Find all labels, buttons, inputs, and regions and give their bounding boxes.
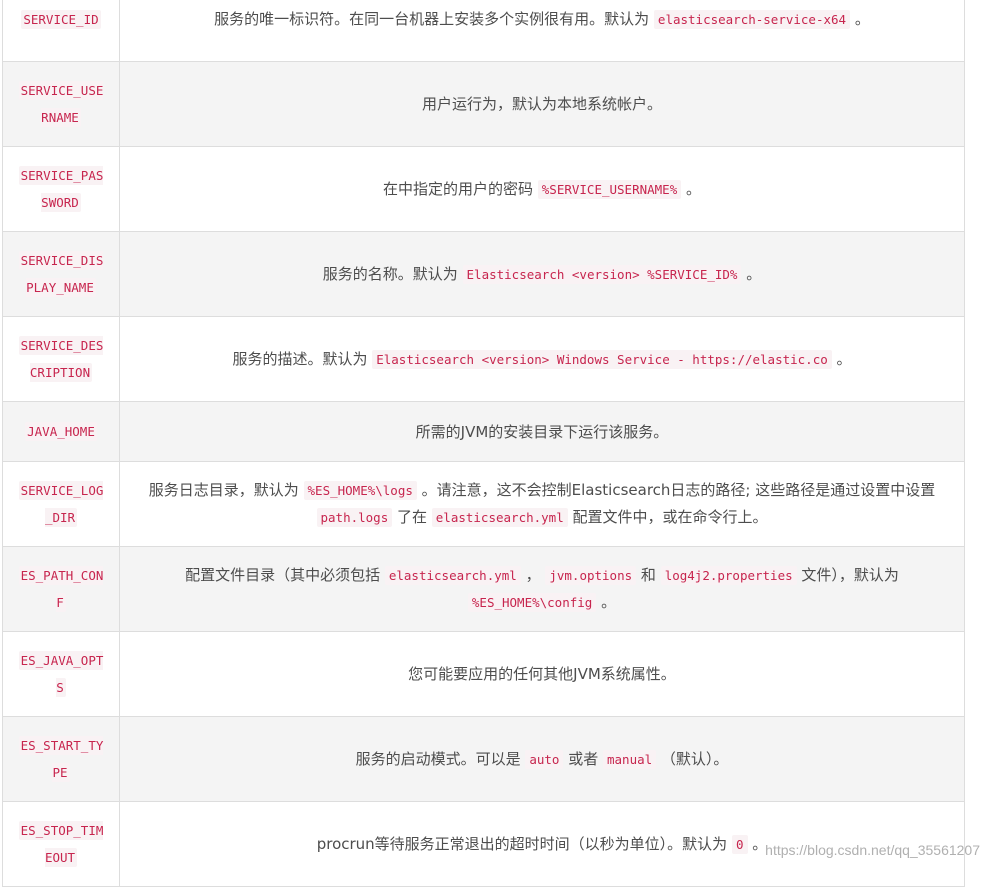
setting-name-cell: SERVICE_LOG_DIR: [2, 461, 120, 547]
description-text: 服务的唯一标识符。在同一台机器上安装多个实例很有用。默认为: [214, 9, 654, 28]
inline-code: elasticsearch.yml: [384, 566, 521, 585]
setting-name-code: SERVICE_USERNAME: [18, 81, 104, 127]
description-text: 。: [596, 593, 617, 611]
setting-name-cell: SERVICE_DISPLAY_NAME: [2, 231, 120, 317]
description-text: 服务日志目录，默认为: [148, 481, 304, 499]
description-text: 文件），默认为: [796, 566, 899, 584]
setting-description-cell: 服务的名称。默认为 Elasticsearch <version> %SERVI…: [119, 231, 965, 317]
setting-name-code: ES_START_TYPE: [18, 736, 104, 782]
description-text: 配置文件目录（其中必须包括: [185, 566, 385, 584]
inline-code: auto: [525, 749, 564, 769]
setting-name-cell: JAVA_HOME: [2, 401, 120, 462]
description-text: 在中指定的用户的密码: [382, 179, 538, 198]
setting-name: JAVA_HOME: [15, 418, 107, 445]
table-row: SERVICE_ID 服务的唯一标识符。在同一台机器上安装多个实例很有用。默认为 …: [2, 0, 965, 62]
setting-name-code: SERVICE_PASSWORD: [18, 166, 104, 212]
setting-name-cell: SERVICE_PASSWORD: [2, 146, 120, 232]
setting-name-cell: ES_JAVA_OPTS: [2, 631, 120, 717]
inline-code: 0: [731, 834, 748, 854]
settings-table-container: SERVICE_ID 服务的唯一标识符。在同一台机器上安装多个实例很有用。默认为 …: [2, 0, 965, 887]
inline-code: jvm.options: [545, 566, 637, 585]
setting-name-code: ES_JAVA_OPTS: [18, 651, 104, 697]
inline-code: path.logs: [316, 508, 393, 527]
description-text: 。: [741, 264, 762, 283]
setting-name-code: JAVA_HOME: [25, 422, 97, 441]
table-row: SERVICE_PASSWORD 在中指定的用户的密码 %SERVICE_USER…: [2, 146, 965, 232]
setting-name-cell: SERVICE_ID: [2, 0, 120, 62]
table-row: SERVICE_DESCRIPTION 服务的描述。默认为 Elasticsear…: [2, 316, 965, 402]
setting-name: ES_PATH_CONF: [15, 562, 107, 616]
setting-name: SERVICE_LOG_DIR: [15, 477, 107, 531]
description-text: 用户运行为，默认为本地系统帐户。: [421, 95, 662, 113]
setting-name-code: ES_STOP_TIMEOUT: [18, 821, 104, 867]
inline-code: %ES_HOME%\logs: [303, 481, 417, 500]
description-text: ，: [520, 566, 546, 584]
setting-name-cell: SERVICE_USERNAME: [2, 61, 120, 147]
service-settings-table: SERVICE_ID 服务的唯一标识符。在同一台机器上安装多个实例很有用。默认为 …: [2, 0, 965, 887]
inline-code: Elasticsearch <version> Windows Service …: [372, 349, 832, 369]
description-text: （默认）。: [656, 749, 729, 768]
table-row: SERVICE_USERNAME 用户运行为，默认为本地系统帐户。: [2, 61, 965, 147]
setting-name: SERVICE_ID: [15, 6, 107, 33]
inline-code: %ES_HOME%\config: [467, 593, 597, 612]
setting-description-cell: 配置文件目录（其中必须包括 elasticsearch.yml ， jvm.op…: [119, 546, 965, 632]
setting-name-code: SERVICE_DISPLAY_NAME: [18, 251, 104, 297]
setting-name-cell: ES_START_TYPE: [2, 716, 120, 802]
setting-description-cell: 所需的JVM的安装目录下运行该服务。: [119, 401, 965, 462]
description-text: 所需的JVM的安装目录下运行该服务。: [415, 422, 669, 441]
setting-name: SERVICE_PASSWORD: [15, 162, 107, 216]
inline-code: elasticsearch-service-x64: [653, 9, 851, 29]
description-text: 配置文件中，或在命令行上。: [567, 508, 768, 526]
inline-code: log4j2.properties: [660, 566, 797, 585]
inline-code: Elasticsearch <version> %SERVICE_ID%: [462, 264, 742, 284]
setting-name: ES_START_TYPE: [15, 732, 107, 786]
inline-code: manual: [603, 749, 657, 769]
settings-table-body: SERVICE_ID 服务的唯一标识符。在同一台机器上安装多个实例很有用。默认为 …: [2, 0, 965, 887]
table-row: ES_START_TYPE 服务的启动模式。可以是 auto 或者 manual …: [2, 716, 965, 802]
table-row: ES_JAVA_OPTS 您可能要应用的任何其他JVM系统属性。: [2, 631, 965, 717]
setting-description-cell: 您可能要应用的任何其他JVM系统属性。: [119, 631, 965, 717]
setting-name-code: SERVICE_ID: [21, 9, 101, 29]
setting-name: SERVICE_USERNAME: [15, 77, 107, 131]
setting-description-cell: 在中指定的用户的密码 %SERVICE_USERNAME% 。: [119, 146, 965, 232]
table-row: SERVICE_LOG_DIR 服务日志目录，默认为 %ES_HOME%\logs…: [2, 461, 965, 547]
table-row: ES_PATH_CONF 配置文件目录（其中必须包括 elasticsearch.…: [2, 546, 965, 632]
setting-name: SERVICE_DISPLAY_NAME: [15, 247, 107, 301]
description-text: 服务的描述。默认为: [232, 349, 373, 368]
description-text: 服务的名称。默认为: [322, 264, 463, 283]
setting-description-cell: 服务的启动模式。可以是 auto 或者 manual （默认）。: [119, 716, 965, 802]
setting-name-cell: ES_STOP_TIMEOUT: [2, 801, 120, 887]
description-text: procrun等待服务正常退出的超时时间（以秒为单位）。默认为: [316, 834, 732, 853]
setting-name-code: SERVICE_LOG_DIR: [18, 481, 104, 527]
description-text: 。: [850, 9, 870, 28]
description-text: 和: [636, 566, 661, 584]
setting-description-cell: 用户运行为，默认为本地系统帐户。: [119, 61, 965, 147]
inline-code: %SERVICE_USERNAME%: [537, 179, 682, 199]
description-text: 。: [681, 179, 702, 198]
setting-name: ES_JAVA_OPTS: [15, 647, 107, 701]
setting-name-cell: SERVICE_DESCRIPTION: [2, 316, 120, 402]
setting-description-cell: 服务的描述。默认为 Elasticsearch <version> Window…: [119, 316, 965, 402]
table-row: JAVA_HOME 所需的JVM的安装目录下运行该服务。: [2, 401, 965, 462]
inline-code: elasticsearch.yml: [431, 508, 568, 527]
setting-name-code: ES_PATH_CONF: [18, 566, 104, 612]
setting-name: SERVICE_DESCRIPTION: [15, 332, 107, 386]
description-text: 。: [831, 349, 852, 368]
setting-name-code: SERVICE_DESCRIPTION: [18, 336, 104, 382]
description-text: 。请注意，这不会控制Elasticsearch日志的路径; 这些路径是通过设置中…: [416, 481, 936, 499]
watermark: https://blog.csdn.net/qq_35561207: [765, 842, 980, 858]
description-text: 了在: [392, 508, 432, 526]
description-text: 或者: [563, 749, 603, 768]
table-row: SERVICE_DISPLAY_NAME 服务的名称。默认为 Elasticsea…: [2, 231, 965, 317]
setting-description-cell: 服务的唯一标识符。在同一台机器上安装多个实例很有用。默认为 elasticsea…: [119, 0, 965, 62]
setting-name-cell: ES_PATH_CONF: [2, 546, 120, 632]
setting-description-cell: 服务日志目录，默认为 %ES_HOME%\logs 。请注意，这不会控制Elas…: [119, 461, 965, 547]
description-text: 您可能要应用的任何其他JVM系统属性。: [408, 665, 676, 683]
setting-name: ES_STOP_TIMEOUT: [15, 817, 107, 871]
description-text: 服务的启动模式。可以是: [355, 749, 526, 768]
